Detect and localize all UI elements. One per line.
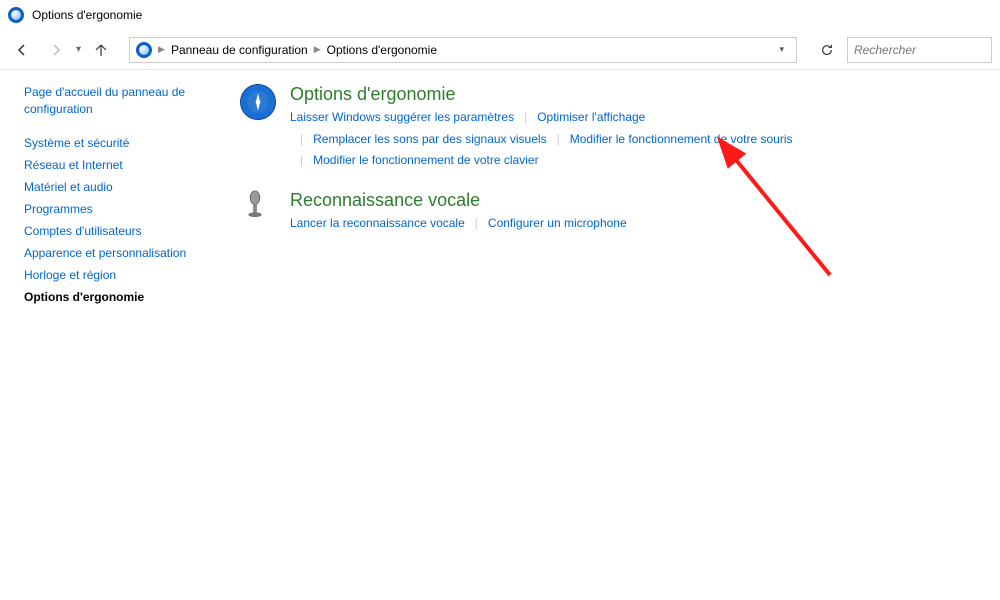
category-link[interactable]: Optimiser l'affichage <box>537 107 645 129</box>
sidebar-item[interactable]: Programmes <box>24 198 206 220</box>
sidebar-item[interactable]: Apparence et personnalisation <box>24 242 206 264</box>
category: Options d'ergonomieLaisser Windows suggé… <box>240 84 980 172</box>
chevron-right-icon[interactable]: ▶ <box>158 44 165 55</box>
category-link[interactable]: Configurer un microphone <box>488 213 627 235</box>
sidebar-item[interactable]: Horloge et région <box>24 264 206 286</box>
chevron-right-icon[interactable]: ▶ <box>314 44 321 55</box>
link-divider: | <box>475 213 478 235</box>
category-title[interactable]: Reconnaissance vocale <box>290 190 980 211</box>
address-bar[interactable]: ▶ Panneau de configuration ▶ Options d'e… <box>129 37 797 63</box>
sidebar-item[interactable]: Matériel et audio <box>24 176 206 198</box>
chevron-down-icon[interactable]: ▾ <box>779 44 790 55</box>
category-link[interactable]: Modifier le fonctionnement de votre sour… <box>570 129 793 151</box>
sidebar-item[interactable]: Réseau et Internet <box>24 154 206 176</box>
window-title: Options d'ergonomie <box>32 8 142 22</box>
category-link[interactable]: Modifier le fonctionnement de votre clav… <box>313 150 538 172</box>
sidebar-item[interactable]: Options d'ergonomie <box>24 286 206 308</box>
address-icon <box>136 42 152 58</box>
microphone-icon <box>240 190 278 228</box>
category: Reconnaissance vocaleLancer la reconnais… <box>240 190 980 235</box>
history-dropdown-icon[interactable]: ▾ <box>76 44 81 55</box>
category-link[interactable]: Laisser Windows suggérer les paramètres <box>290 107 514 129</box>
link-divider: | <box>300 150 303 172</box>
back-button[interactable] <box>8 36 36 64</box>
link-divider: | <box>524 107 527 129</box>
breadcrumb-root[interactable]: Panneau de configuration <box>171 43 308 57</box>
category-link[interactable]: Remplacer les sons par des signaux visue… <box>313 129 546 151</box>
refresh-button[interactable] <box>813 37 841 63</box>
ease-of-access-icon <box>240 84 278 122</box>
sidebar-item[interactable]: Système et sécurité <box>24 132 206 154</box>
up-button[interactable] <box>87 36 115 64</box>
main-content: Options d'ergonomieLaisser Windows suggé… <box>220 70 1000 600</box>
window-icon <box>8 7 24 23</box>
search-input[interactable] <box>854 43 985 57</box>
sidebar-home-link[interactable]: Page d'accueil du panneau de configurati… <box>24 84 206 118</box>
category-title[interactable]: Options d'ergonomie <box>290 84 980 105</box>
category-link[interactable]: Lancer la reconnaissance vocale <box>290 213 465 235</box>
sidebar: Page d'accueil du panneau de configurati… <box>0 70 220 600</box>
search-box[interactable] <box>847 37 992 63</box>
breadcrumb-current[interactable]: Options d'ergonomie <box>327 43 437 57</box>
sidebar-item[interactable]: Comptes d'utilisateurs <box>24 220 206 242</box>
link-divider: | <box>300 129 303 151</box>
link-divider: | <box>557 129 560 151</box>
forward-button[interactable] <box>42 36 70 64</box>
